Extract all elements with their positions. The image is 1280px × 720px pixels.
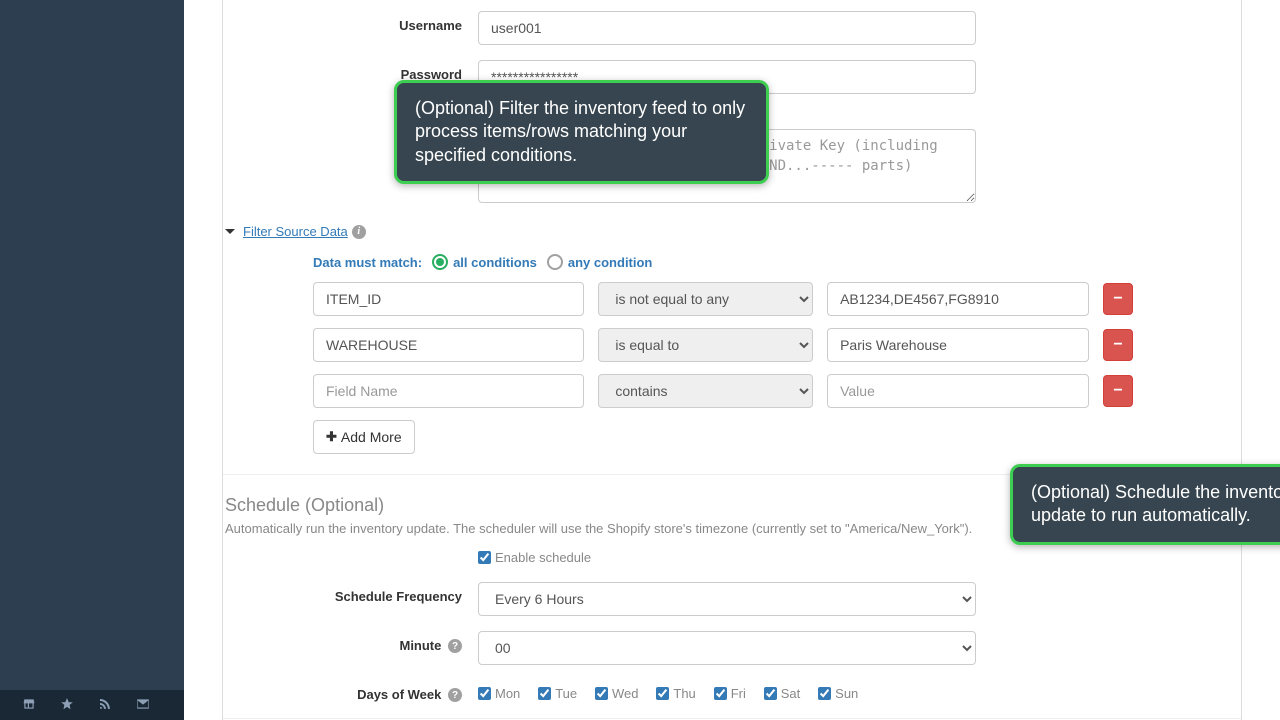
filter-value-input[interactable] (827, 282, 1089, 316)
mail-icon[interactable] (136, 697, 150, 714)
days-label: Days of Week ? (223, 680, 478, 702)
filter-toggle-link[interactable]: Filter Source Data (243, 224, 348, 239)
radio-icon (432, 254, 448, 270)
enable-schedule-checkbox[interactable]: Enable schedule (478, 550, 591, 565)
chevron-down-icon (225, 229, 235, 234)
filter-row-2: is equal to − (313, 328, 1133, 362)
username-label: Username (223, 11, 478, 33)
main-content: Username Password Leave password blank i… (184, 0, 1280, 720)
rss-icon[interactable] (98, 697, 112, 714)
add-more-button[interactable]: ✚ Add More (313, 420, 415, 454)
remove-filter-button[interactable]: − (1103, 283, 1133, 315)
freq-label: Schedule Frequency (223, 582, 478, 604)
sidebar (0, 0, 184, 720)
minute-select[interactable]: 00 (478, 631, 976, 665)
frequency-select[interactable]: Every 6 Hours (478, 582, 976, 616)
username-input[interactable] (478, 11, 976, 45)
filter-field-input[interactable] (313, 328, 584, 362)
day-fri-checkbox[interactable]: Fri (714, 686, 746, 701)
day-wed-checkbox[interactable]: Wed (595, 686, 639, 701)
filter-operator-select[interactable]: is equal to (598, 328, 813, 362)
plus-icon: ✚ (326, 428, 337, 447)
star-icon[interactable] (60, 697, 74, 714)
filter-operator-select[interactable]: is not equal to any (598, 282, 813, 316)
callout-filter: (Optional) Filter the inventory feed to … (394, 80, 769, 184)
day-tue-checkbox[interactable]: Tue (538, 686, 577, 701)
filter-row-1: is not equal to any − (313, 282, 1133, 316)
radio-icon (547, 254, 563, 270)
callout-schedule: (Optional) Schedule the inventory update… (1010, 464, 1280, 545)
day-thu-checkbox[interactable]: Thu (656, 686, 695, 701)
sidebar-footer (0, 690, 184, 720)
remove-filter-button[interactable]: − (1103, 375, 1133, 407)
minute-label: Minute ? (223, 631, 478, 653)
shop-icon[interactable] (22, 697, 36, 714)
day-sat-checkbox[interactable]: Sat (764, 686, 801, 701)
filter-row-3: contains − (313, 374, 1133, 408)
match-any-radio[interactable]: any condition (547, 254, 653, 270)
day-mon-checkbox[interactable]: Mon (478, 686, 520, 701)
filter-value-input[interactable] (827, 328, 1089, 362)
help-icon[interactable]: ? (448, 639, 462, 653)
filter-field-input[interactable] (313, 282, 584, 316)
info-icon[interactable]: i (352, 225, 366, 239)
filter-value-input[interactable] (827, 374, 1089, 408)
filter-toggle[interactable]: Filter Source Data i (225, 224, 366, 239)
day-sun-checkbox[interactable]: Sun (818, 686, 858, 701)
filter-field-input[interactable] (313, 374, 584, 408)
help-icon[interactable]: ? (448, 688, 462, 702)
match-label: Data must match: (313, 255, 422, 270)
remove-filter-button[interactable]: − (1103, 329, 1133, 361)
filter-operator-select[interactable]: contains (598, 374, 813, 408)
password-label: Password (223, 60, 478, 82)
match-all-radio[interactable]: all conditions (432, 254, 537, 270)
